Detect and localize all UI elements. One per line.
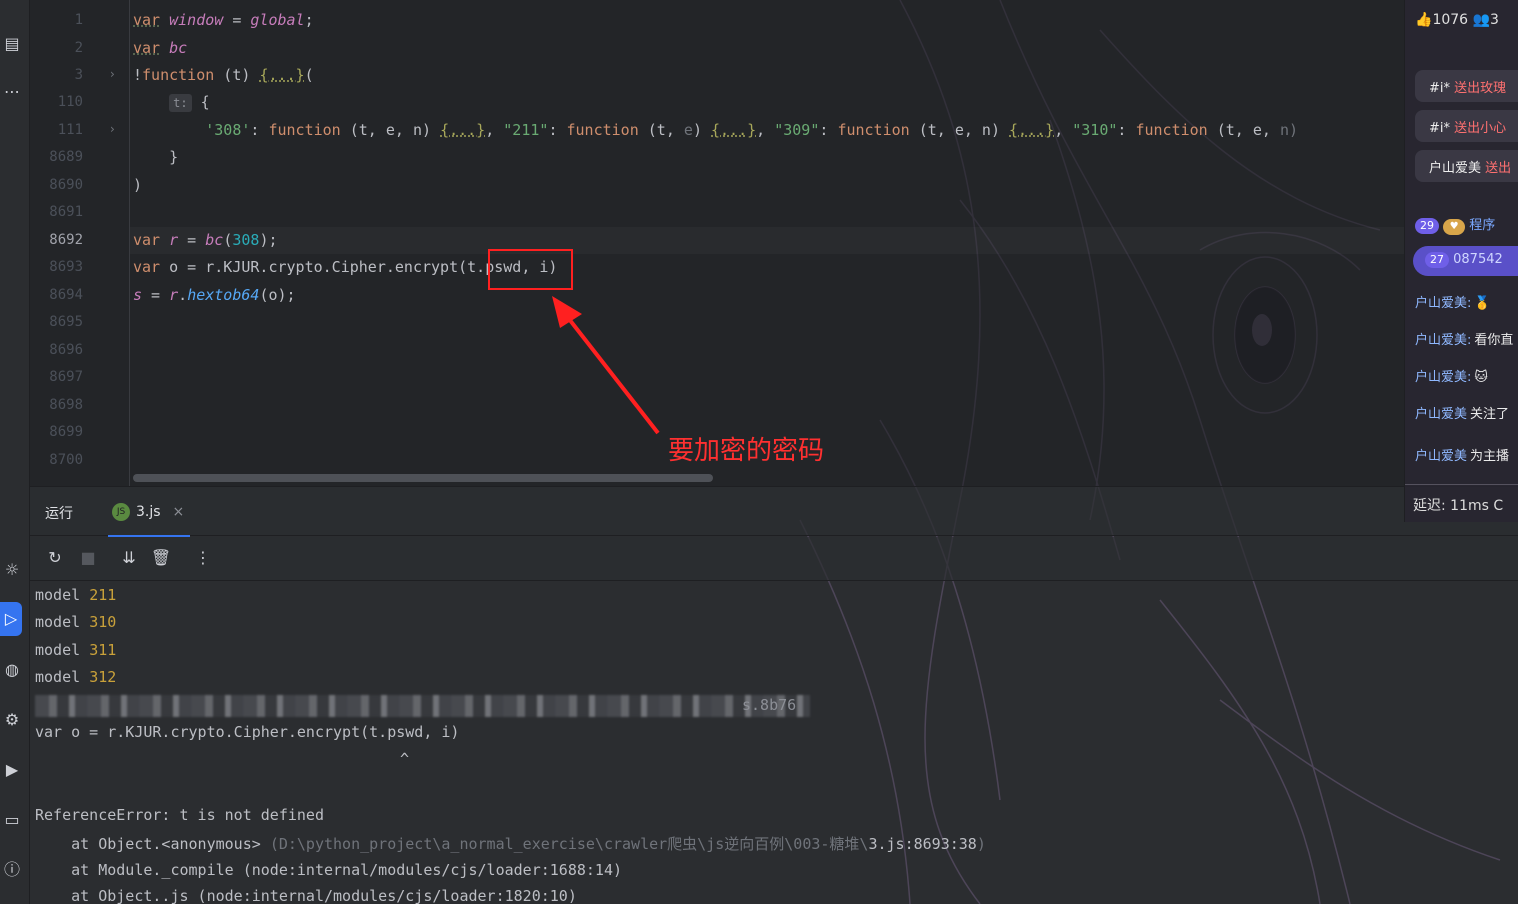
console-output[interactable]: model 211 model 310 model 311 model 312 … bbox=[30, 582, 1518, 904]
chat-message: 户山爱美: 🥇 bbox=[1415, 296, 1491, 311]
line-number: 8698 bbox=[49, 397, 83, 413]
console-line: s.8b76 bbox=[742, 696, 797, 714]
user-badge-row: 27 087542 bbox=[1413, 246, 1518, 276]
folded-block[interactable]: {...} bbox=[711, 121, 756, 139]
line-number: 8691 bbox=[49, 204, 83, 220]
gift-message: #i* 送出小心 bbox=[1415, 110, 1518, 142]
line-number: 8697 bbox=[49, 369, 83, 385]
folded-block[interactable]: {...} bbox=[440, 121, 485, 139]
line-number: 8700 bbox=[49, 452, 83, 468]
more-options-icon[interactable]: ⋮ bbox=[192, 547, 214, 569]
fold-chevron-icon[interactable]: › bbox=[110, 122, 115, 136]
chat-message: 户山爱美: 🐱 bbox=[1415, 370, 1488, 385]
tab-label: 3.js bbox=[136, 504, 161, 520]
stack-file-link[interactable]: 3.js:8693:38 bbox=[868, 835, 976, 853]
heart-icon: ♥ bbox=[1443, 219, 1466, 235]
line-number: 8689 bbox=[49, 149, 83, 165]
gift-message: #i* 送出玫瑰 bbox=[1415, 70, 1518, 102]
line-gutter: 1 2 3 110 111 8689 8690 8691 8692 8693 8… bbox=[30, 0, 130, 486]
terminal-icon[interactable]: ▭ bbox=[0, 808, 24, 832]
run-icon[interactable]: ▷ bbox=[0, 602, 22, 636]
line-number: 2 bbox=[74, 40, 83, 56]
code-line: var r = bc(308); bbox=[133, 231, 278, 249]
param-hint: t: bbox=[169, 94, 192, 112]
annotation-label: 要加密的密码 bbox=[668, 436, 825, 466]
line-number: 8695 bbox=[49, 314, 83, 330]
services-icon[interactable]: ⚙ bbox=[0, 708, 24, 732]
close-icon[interactable]: × bbox=[173, 504, 185, 520]
latency-indicator: 延迟: 11ms C bbox=[1405, 484, 1518, 522]
code-editor[interactable]: 1 2 3 110 111 8689 8690 8691 8692 8693 8… bbox=[30, 0, 1404, 486]
annotation-arrow-icon bbox=[552, 296, 660, 435]
run-panel-header: 运行 JS 3.js × bbox=[30, 486, 1518, 537]
stop-icon[interactable]: ■ bbox=[77, 547, 99, 569]
chat-message: 户山爱美 关注了 bbox=[1415, 407, 1510, 422]
stack-trace-line: at Object..js (node:internal/modules/cjs… bbox=[35, 887, 577, 904]
line-number: 8699 bbox=[49, 424, 83, 440]
current-line-highlight bbox=[130, 227, 1404, 254]
fold-chevron-icon[interactable]: › bbox=[110, 67, 115, 81]
live-chat-overlay: 👍1076 👥3 #i* 送出玫瑰 #i* 送出小心 户山爱美 送出 29 ♥ … bbox=[1404, 0, 1518, 522]
redacted-line bbox=[35, 695, 810, 717]
line-number: 110 bbox=[57, 94, 83, 110]
error-caret: ^ bbox=[400, 750, 410, 768]
line-number: 111 bbox=[57, 122, 83, 138]
chat-stats: 👍1076 👥3 bbox=[1415, 12, 1499, 28]
code-line: !function (t) {...}( bbox=[133, 66, 314, 84]
tab-3js[interactable]: JS 3.js × bbox=[108, 487, 191, 537]
left-tool-strip: ▤ ⋯ ☼ ▷ ◍ ⚙ ▶ ▭ ⓘ bbox=[0, 0, 30, 904]
code-line: '308': function (t, e, n) {...}, "211": … bbox=[205, 121, 1299, 139]
line-number: 8690 bbox=[49, 177, 83, 193]
python-console-icon[interactable]: ◍ bbox=[0, 658, 24, 682]
code-line: var bc bbox=[133, 39, 188, 57]
line-number: 8696 bbox=[49, 342, 83, 358]
debug-icon[interactable]: ☼ bbox=[0, 558, 24, 582]
user-badge-row: 29 ♥ 程序 bbox=[1415, 214, 1495, 235]
error-message: ReferenceError: t is not defined bbox=[35, 806, 324, 824]
scroll-to-end-icon[interactable]: ⇊ bbox=[118, 547, 140, 569]
gift-message: 户山爱美 送出 bbox=[1415, 150, 1518, 182]
folded-block[interactable]: {...} bbox=[259, 66, 304, 84]
console-line: model 211 bbox=[35, 586, 117, 604]
stack-trace-line: at Module._compile (node:internal/module… bbox=[35, 861, 622, 879]
rerun-icon[interactable]: ↻ bbox=[44, 547, 66, 569]
viewer-count: 3 bbox=[1489, 12, 1499, 28]
problems-icon[interactable]: ⓘ bbox=[0, 858, 24, 882]
run-config-icon[interactable]: ▶ bbox=[0, 758, 24, 782]
line-number: 1 bbox=[74, 12, 83, 28]
annotation-highlight-box bbox=[488, 249, 573, 290]
nodejs-icon: JS bbox=[112, 503, 130, 521]
line-number: 8693 bbox=[49, 259, 83, 275]
run-panel-title: 运行 bbox=[45, 506, 73, 522]
structure-icon[interactable]: ▤ bbox=[0, 32, 24, 56]
console-line: model 311 bbox=[35, 641, 117, 659]
thumbs-up-icon: 👍 bbox=[1415, 12, 1433, 28]
console-line: model 310 bbox=[35, 613, 117, 631]
chat-message: 户山爱美: 看你直 bbox=[1415, 333, 1514, 348]
code-line: t: { bbox=[133, 89, 210, 116]
code-line: ) bbox=[133, 176, 143, 194]
trash-icon[interactable]: 🗑 bbox=[150, 547, 172, 569]
horizontal-scrollbar[interactable] bbox=[133, 474, 713, 482]
line-number: 8694 bbox=[49, 287, 83, 303]
stack-trace-line: at Object.<anonymous> (D:\python_project… bbox=[35, 835, 986, 853]
chat-message: 户山爱美 为主播 bbox=[1415, 449, 1510, 464]
people-icon: 👥 bbox=[1472, 12, 1490, 28]
code-line: s = r.hextob64(o); bbox=[133, 286, 296, 304]
run-toolbar: ↻ ■ ⇊ 🗑 ⋮ bbox=[30, 537, 1518, 581]
more-icon[interactable]: ⋯ bbox=[0, 80, 24, 104]
line-number: 3 bbox=[74, 67, 83, 83]
code-line: } bbox=[169, 148, 179, 166]
code-line: var window = global; bbox=[133, 11, 314, 29]
folded-block[interactable]: {...} bbox=[1009, 121, 1054, 139]
console-line: var o = r.KJUR.crypto.Cipher.encrypt(t.p… bbox=[35, 723, 460, 741]
line-number: 8692 bbox=[49, 232, 83, 248]
level-badge: 27 bbox=[1425, 252, 1449, 268]
level-badge: 29 bbox=[1415, 218, 1439, 234]
console-line: model 312 bbox=[35, 668, 117, 686]
like-count: 1076 bbox=[1432, 12, 1469, 28]
